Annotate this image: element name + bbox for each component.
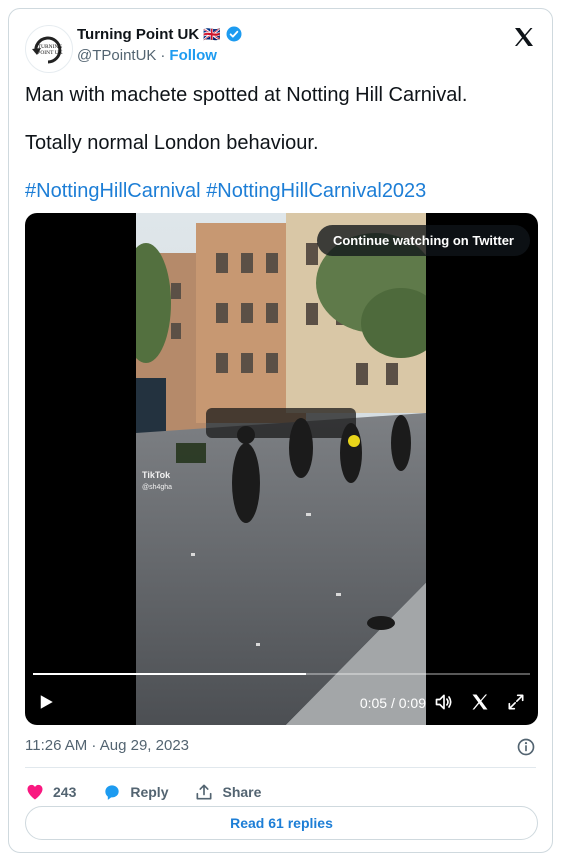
video-player[interactable]: TikTok @sh4gha Continue watching on Twit… xyxy=(25,213,538,725)
tweet-card: TURNING POINT UK Turning Point UK 🇬🇧 @TP… xyxy=(8,8,553,853)
author-name-row: Turning Point UK 🇬🇧 xyxy=(77,25,243,43)
video-frame: TikTok @sh4gha xyxy=(136,213,426,725)
reply-label: Reply xyxy=(130,784,169,800)
read-replies-button[interactable]: Read 61 replies xyxy=(25,806,538,840)
video-time-display: 0:05 / 0:09 xyxy=(359,695,426,711)
tiktok-watermark: TikTok xyxy=(142,470,171,480)
svg-text:POINT UK: POINT UK xyxy=(37,50,62,56)
x-small-icon[interactable] xyxy=(470,692,490,712)
author-handle[interactable]: @TPointUK xyxy=(77,47,156,64)
tweet-text-line2: Totally normal London behaviour. xyxy=(25,132,319,154)
expand-icon[interactable] xyxy=(506,692,526,712)
tweet-text-line1: Man with machete spotted at Notting Hill… xyxy=(25,84,468,106)
tweet-actions: 243 Reply Share xyxy=(25,777,287,807)
reply-button[interactable]: Reply xyxy=(102,782,168,802)
tweet-hashtags: #NottingHillCarnival #NottingHillCarniva… xyxy=(25,179,426,203)
share-label: Share xyxy=(222,784,262,800)
author-handle-row: @TPointUK · Follow xyxy=(77,47,217,64)
turning-point-logo: TURNING POINT UK xyxy=(32,36,63,64)
share-button[interactable]: Share xyxy=(194,782,261,802)
volume-icon[interactable] xyxy=(434,692,454,712)
follow-link[interactable]: Follow xyxy=(169,47,217,64)
like-count: 243 xyxy=(53,784,77,800)
verified-badge-icon xyxy=(226,26,242,42)
tiktok-handle-watermark: @sh4gha xyxy=(142,484,172,491)
divider xyxy=(25,767,536,768)
video-still-image: TikTok @sh4gha xyxy=(136,213,426,725)
hashtag-link[interactable]: #NottingHillCarnival xyxy=(25,180,201,202)
uk-flag-icon: 🇬🇧 xyxy=(203,25,221,42)
heart-icon xyxy=(27,784,43,800)
author-display-name[interactable]: Turning Point UK xyxy=(77,26,199,43)
video-progress-bar[interactable] xyxy=(33,673,530,675)
continue-watching-button[interactable]: Continue watching on Twitter xyxy=(316,225,530,256)
reply-bubble-icon xyxy=(105,785,120,800)
share-icon xyxy=(196,784,212,800)
video-progress-fill xyxy=(33,673,307,675)
author-avatar[interactable]: TURNING POINT UK xyxy=(25,25,73,73)
like-button[interactable]: 243 xyxy=(25,782,76,802)
info-icon[interactable] xyxy=(516,737,536,757)
play-icon[interactable] xyxy=(37,693,55,711)
handle-separator: · xyxy=(160,47,166,64)
x-logo-icon[interactable] xyxy=(512,25,536,49)
tweet-timestamp[interactable]: 11:26 AM · Aug 29, 2023 xyxy=(25,737,189,754)
hashtag-link[interactable]: #NottingHillCarnival2023 xyxy=(206,180,426,202)
